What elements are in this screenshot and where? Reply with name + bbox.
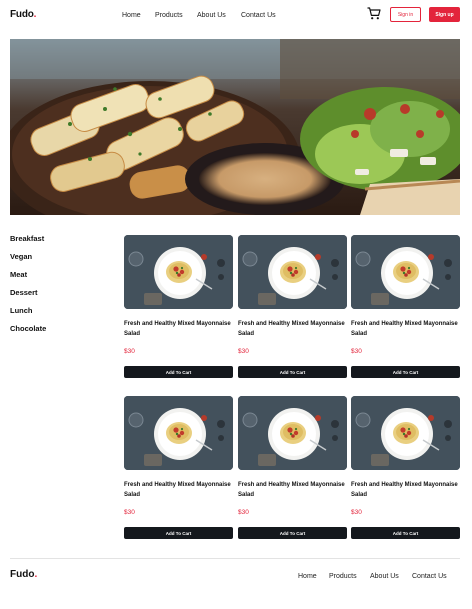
product-card[interactable]: Fresh and Healthy Mixed Mayonnaise Salad… xyxy=(238,396,347,539)
nav-products[interactable]: Products xyxy=(155,12,183,19)
category-lunch[interactable]: Lunch xyxy=(10,305,110,323)
product-name[interactable]: Fresh and Healthy Mixed Mayonnaise Salad xyxy=(351,480,460,500)
product-price: $30 xyxy=(351,348,362,355)
footer-logo-dot: . xyxy=(34,569,38,580)
product-name[interactable]: Fresh and Healthy Mixed Mayonnaise Salad xyxy=(238,319,347,339)
product-card[interactable]: Fresh and Healthy Mixed Mayonnaise Salad… xyxy=(351,396,460,539)
product-image[interactable] xyxy=(351,396,460,470)
product-price: $30 xyxy=(124,348,135,355)
footer-nav-contact-us[interactable]: Contact Us xyxy=(412,573,447,580)
nav-about-us[interactable]: About Us xyxy=(197,12,226,19)
footer-nav-about-us[interactable]: About Us xyxy=(370,573,399,580)
product-card[interactable]: Fresh and Healthy Mixed Mayonnaise Salad… xyxy=(124,235,233,378)
category-meat[interactable]: Meat xyxy=(10,269,110,287)
product-price: $30 xyxy=(238,509,249,516)
add-to-cart-button[interactable]: Add To Cart xyxy=(124,366,233,378)
product-card[interactable]: Fresh and Healthy Mixed Mayonnaise Salad… xyxy=(124,396,233,539)
category-vegan[interactable]: Vegan xyxy=(10,251,110,269)
cart-icon[interactable] xyxy=(367,7,381,20)
product-card[interactable]: Fresh and Healthy Mixed Mayonnaise Salad… xyxy=(238,235,347,378)
product-price: $30 xyxy=(124,509,135,516)
site-header: Fudo. Home Products About Us Contact Us … xyxy=(0,0,472,32)
product-card[interactable]: Fresh and Healthy Mixed Mayonnaise Salad… xyxy=(351,235,460,378)
add-to-cart-button[interactable]: Add To Cart xyxy=(238,527,347,539)
category-dessert[interactable]: Dessert xyxy=(10,287,110,305)
nav-home[interactable]: Home xyxy=(122,12,141,19)
footer-divider xyxy=(10,558,460,559)
product-image[interactable] xyxy=(351,235,460,309)
add-to-cart-button[interactable]: Add To Cart xyxy=(238,366,347,378)
product-name[interactable]: Fresh and Healthy Mixed Mayonnaise Salad xyxy=(124,480,233,500)
product-name[interactable]: Fresh and Healthy Mixed Mayonnaise Salad xyxy=(351,319,460,339)
sign-in-button[interactable]: Sign in xyxy=(390,7,421,22)
product-name[interactable]: Fresh and Healthy Mixed Mayonnaise Salad xyxy=(238,480,347,500)
footer-nav-products[interactable]: Products xyxy=(329,573,357,580)
add-to-cart-button[interactable]: Add To Cart xyxy=(351,527,460,539)
category-chocolate[interactable]: Chocolate xyxy=(10,323,110,341)
product-image[interactable] xyxy=(124,235,233,309)
category-breakfast[interactable]: Breakfast xyxy=(10,233,110,251)
nav-contact-us[interactable]: Contact Us xyxy=(241,12,276,19)
footer-logo-text: Fudo xyxy=(10,569,35,580)
add-to-cart-button[interactable]: Add To Cart xyxy=(124,527,233,539)
product-price: $30 xyxy=(238,348,249,355)
product-price: $30 xyxy=(351,509,362,516)
category-sidebar: Breakfast Vegan Meat Dessert Lunch Choco… xyxy=(10,233,110,341)
sign-up-button[interactable]: Sign up xyxy=(429,7,460,22)
footer-nav-home[interactable]: Home xyxy=(298,573,317,580)
footer-logo[interactable]: Fudo. xyxy=(10,569,37,580)
product-image[interactable] xyxy=(238,235,347,309)
add-to-cart-button[interactable]: Add To Cart xyxy=(351,366,460,378)
product-image[interactable] xyxy=(124,396,233,470)
product-name[interactable]: Fresh and Healthy Mixed Mayonnaise Salad xyxy=(124,319,233,339)
product-image[interactable] xyxy=(238,396,347,470)
hero-image xyxy=(10,39,460,215)
